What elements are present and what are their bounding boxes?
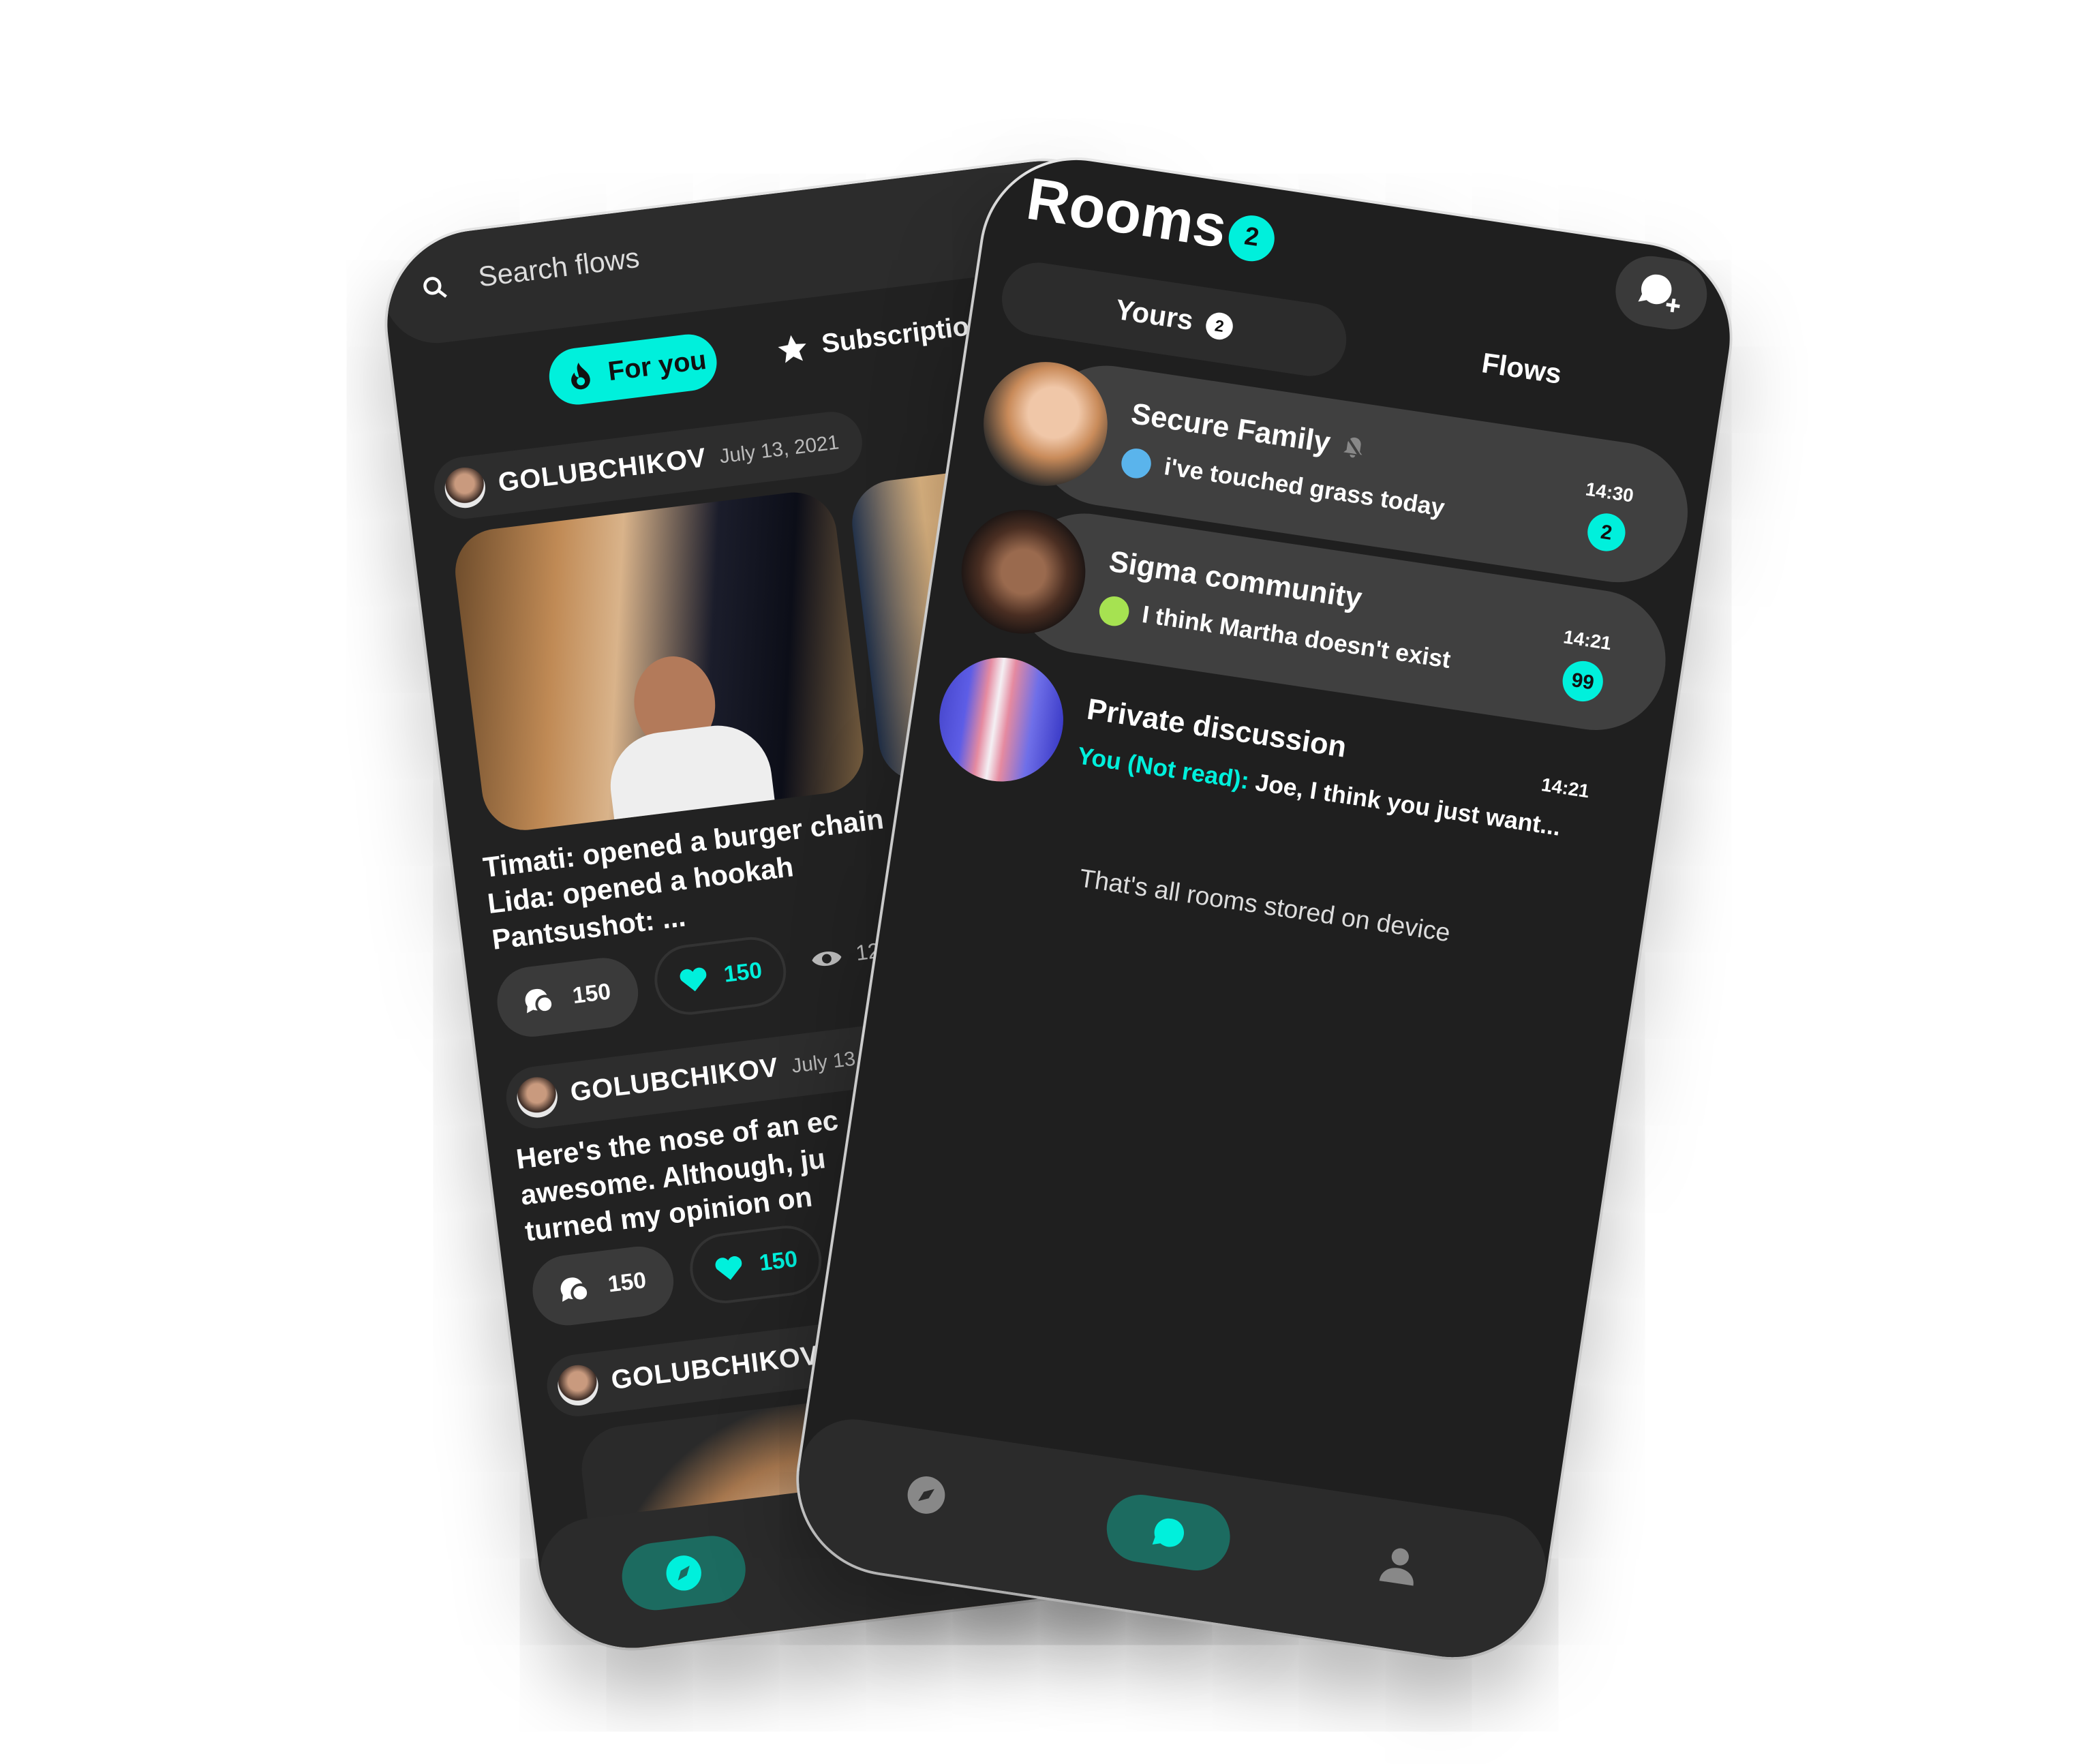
new-chat-button[interactable] bbox=[1611, 251, 1712, 335]
room-avatar bbox=[930, 649, 1072, 790]
bell-muted-icon bbox=[1343, 434, 1363, 460]
comments-button[interactable]: 150 bbox=[528, 1243, 678, 1330]
compass-icon bbox=[907, 1476, 945, 1514]
message-text: Joe, I think you just want... bbox=[1253, 768, 1563, 841]
star-icon bbox=[778, 335, 806, 363]
page-title: Rooms bbox=[1022, 166, 1231, 261]
author-avatar bbox=[442, 465, 488, 511]
tab-label: Yours bbox=[1113, 294, 1196, 337]
post-date: July 13, 2021 bbox=[718, 430, 840, 468]
comments-count: 150 bbox=[570, 978, 613, 1009]
tab-label: For you bbox=[606, 345, 708, 387]
comments-count: 150 bbox=[606, 1267, 648, 1298]
nav-flows[interactable] bbox=[901, 1471, 951, 1527]
room-time: 14:21 bbox=[1540, 773, 1592, 802]
author-avatar bbox=[555, 1363, 601, 1408]
tab-count-badge: 2 bbox=[1204, 310, 1235, 341]
person-icon bbox=[1379, 1548, 1414, 1586]
nav-flows[interactable] bbox=[618, 1532, 750, 1614]
comments-icon bbox=[526, 988, 555, 1014]
author-avatar bbox=[515, 1074, 560, 1120]
likes-count: 150 bbox=[757, 1246, 800, 1277]
heart-icon bbox=[680, 967, 706, 992]
rooms-count-badge: 2 bbox=[1226, 212, 1278, 264]
nav-rooms[interactable] bbox=[1102, 1490, 1235, 1575]
chat-icon bbox=[1152, 1518, 1184, 1547]
author-name: GOLUBCHIKOV bbox=[609, 1340, 821, 1395]
bottom-nav bbox=[786, 1412, 1554, 1670]
tab-for-you[interactable]: For you bbox=[546, 331, 720, 408]
tab-flows[interactable]: Flows bbox=[1480, 348, 1564, 392]
likes-count: 150 bbox=[722, 957, 764, 988]
compass-icon bbox=[666, 1555, 701, 1591]
author-name: GOLUBCHIKOV bbox=[496, 442, 708, 498]
search-icon bbox=[423, 277, 447, 298]
fire-icon bbox=[571, 362, 590, 390]
comments-button[interactable]: 150 bbox=[493, 954, 643, 1041]
nav-profile[interactable] bbox=[1372, 1538, 1425, 1597]
like-button[interactable]: 150 bbox=[650, 932, 791, 1019]
photo-shirt bbox=[604, 719, 775, 820]
comments-icon bbox=[561, 1277, 590, 1303]
eye-icon bbox=[812, 952, 842, 967]
like-button[interactable]: 150 bbox=[686, 1221, 826, 1307]
search-placeholder: Search flows bbox=[476, 243, 641, 294]
heart-icon bbox=[715, 1256, 742, 1280]
new-chat-icon bbox=[1638, 274, 1680, 313]
views: 12 bbox=[809, 940, 881, 973]
message-sender: You (Not read): bbox=[1076, 742, 1251, 795]
post-image[interactable] bbox=[450, 487, 868, 835]
author-name: GOLUBCHIKOV bbox=[568, 1052, 780, 1108]
